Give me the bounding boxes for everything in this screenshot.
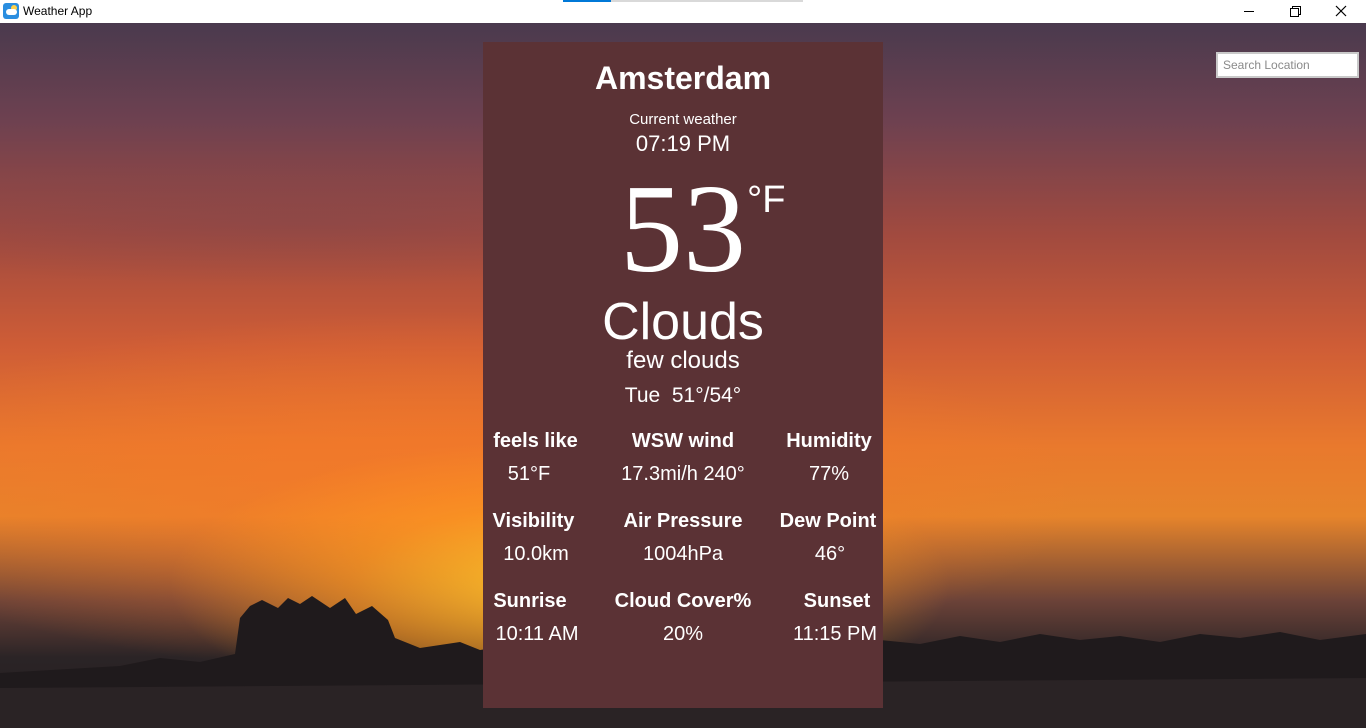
stat-label-dew-point: Dew Point bbox=[779, 510, 877, 532]
stat-label-cloud-cover: Cloud Cover% bbox=[614, 590, 752, 612]
stat-value-sunrise: 10:11 AM bbox=[495, 623, 579, 645]
day-temperature-range: Tue 51°/54° bbox=[624, 384, 742, 407]
stat-label-humidity: Humidity bbox=[786, 430, 872, 452]
temperature-value: 53 bbox=[620, 160, 746, 299]
minimize-button[interactable] bbox=[1226, 0, 1272, 22]
stat-value-cloud-cover: 20% bbox=[662, 623, 704, 645]
stat-value-dew-point: 46° bbox=[814, 543, 846, 565]
current-weather-label: Current weather bbox=[629, 111, 737, 128]
minimize-icon bbox=[1244, 10, 1254, 12]
stat-label-feels-like: feels like bbox=[493, 430, 578, 452]
title-tab-indicator bbox=[563, 0, 803, 2]
stat-value-sunset: 11:15 PM bbox=[792, 623, 878, 645]
stat-value-wind: 17.3mi/h 240° bbox=[621, 463, 745, 485]
city-name: Amsterdam bbox=[594, 60, 772, 96]
restore-icon bbox=[1290, 6, 1301, 17]
current-time: 07:19 PM bbox=[635, 131, 731, 156]
stat-label-visibility: Visibility bbox=[492, 510, 575, 532]
stat-label-wind: WSW wind bbox=[631, 430, 735, 452]
stat-value-air-pressure: 1004hPa bbox=[642, 543, 724, 565]
weather-condition: Clouds bbox=[602, 293, 764, 351]
weather-description: few clouds bbox=[626, 347, 740, 374]
close-icon bbox=[1335, 5, 1347, 17]
weather-card: Amsterdam Current weather 07:19 PM 53 °F… bbox=[483, 42, 883, 708]
close-button[interactable] bbox=[1318, 0, 1364, 22]
stat-value-feels-like: 51°F bbox=[507, 463, 551, 485]
stat-label-air-pressure: Air Pressure bbox=[623, 510, 743, 532]
stat-value-humidity: 77% bbox=[808, 463, 850, 485]
restore-button[interactable] bbox=[1272, 0, 1318, 22]
search-location-input[interactable] bbox=[1216, 52, 1359, 78]
title-bar: Weather App bbox=[0, 0, 1366, 23]
stat-value-visibility: 10.0km bbox=[503, 543, 569, 565]
weather-app-icon bbox=[3, 3, 19, 19]
stat-label-sunrise: Sunrise bbox=[493, 590, 567, 612]
stat-label-sunset: Sunset bbox=[803, 590, 871, 612]
temperature-unit: °F bbox=[747, 179, 786, 221]
window-title: Weather App bbox=[23, 4, 93, 18]
